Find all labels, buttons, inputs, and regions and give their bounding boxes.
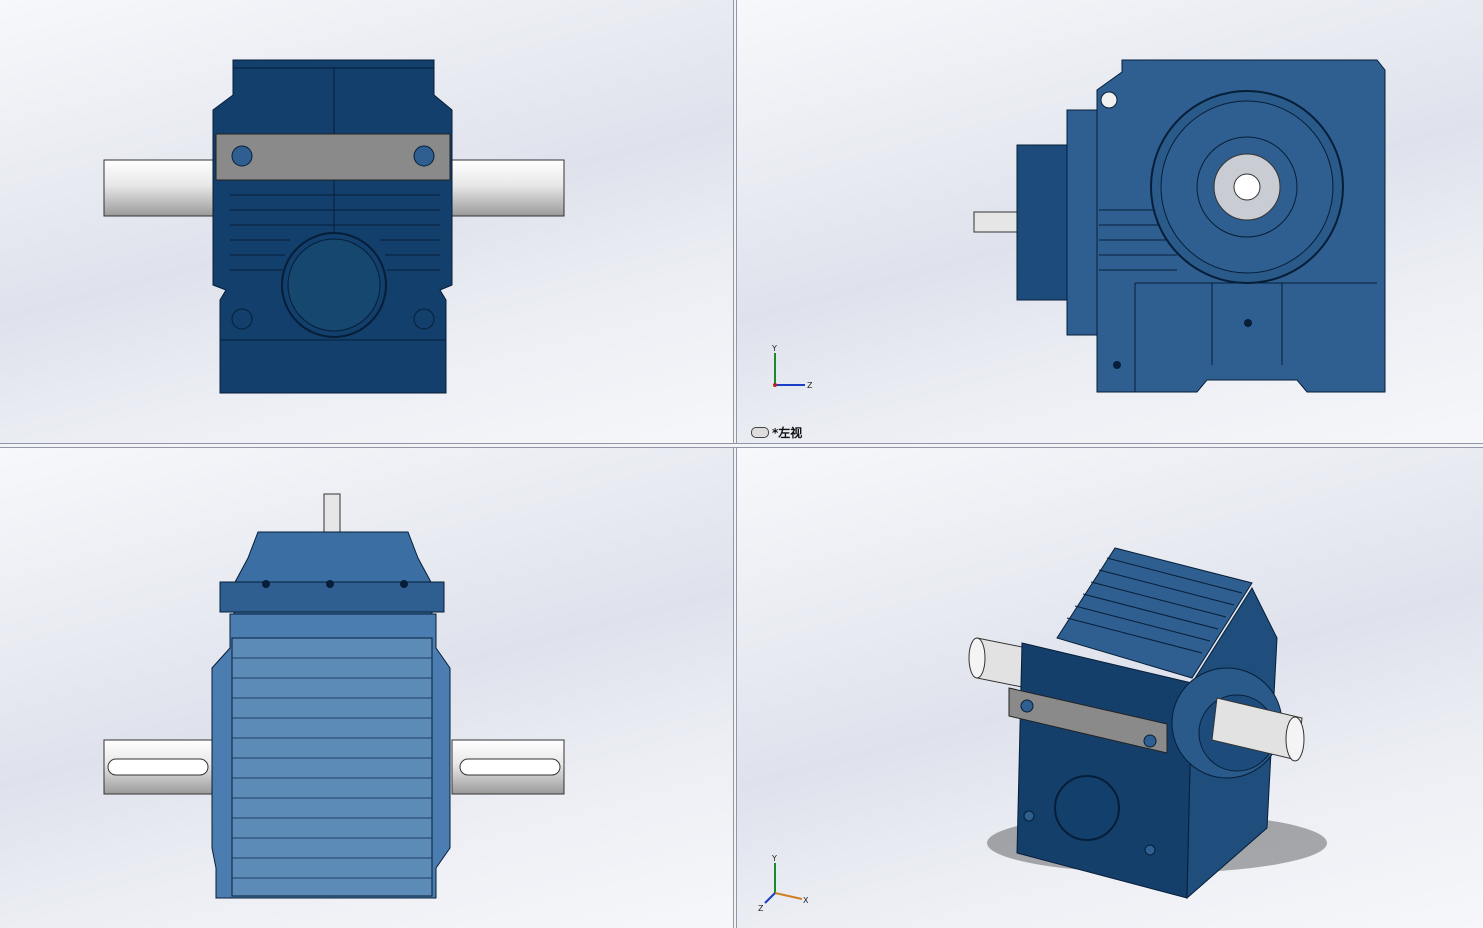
viewport-splitter-horizontal[interactable] xyxy=(0,443,1483,448)
triad-iso-x-label: X xyxy=(803,896,809,905)
triad-axes-graphic: Y Z xyxy=(771,344,813,390)
triad-z-label: Z xyxy=(807,381,813,390)
viewport-splitter-vertical[interactable] xyxy=(733,0,737,928)
triad-iso-z-label: Z xyxy=(758,904,764,913)
top-viewport[interactable] xyxy=(0,448,733,928)
view-name-text: *左视 xyxy=(772,426,803,440)
left-view-model[interactable] xyxy=(737,0,1483,443)
view-glasses-icon xyxy=(751,427,769,438)
top-view-model[interactable] xyxy=(0,448,733,928)
coordinate-triad-iso: Y X Z xyxy=(757,853,837,917)
front-viewport[interactable] xyxy=(0,0,733,443)
triad-y-label: Y xyxy=(771,345,777,353)
left-viewport[interactable]: Y Z *左视 xyxy=(737,0,1483,443)
triad-iso-graphic: Y X Z xyxy=(758,854,809,913)
front-view-model[interactable] xyxy=(0,0,733,443)
isometric-viewport[interactable]: Y X Z xyxy=(737,448,1483,928)
coordinate-triad: Y Z xyxy=(765,344,845,397)
view-name-label: *左视 xyxy=(751,424,802,441)
triad-iso-y-label: Y xyxy=(771,854,777,863)
isometric-view-model[interactable] xyxy=(737,448,1483,928)
